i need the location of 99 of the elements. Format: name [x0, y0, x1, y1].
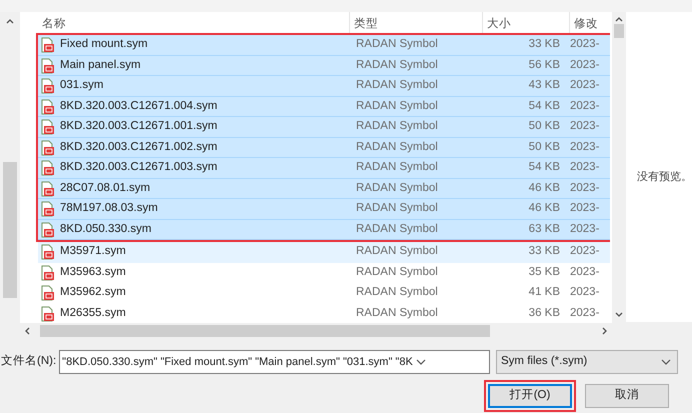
- file-icon: [41, 58, 55, 74]
- scroll-up-icon[interactable]: [615, 16, 623, 22]
- file-size: 50 KB: [528, 119, 560, 134]
- file-name: 8KD.320.003.C12671.001.sym: [60, 119, 218, 134]
- file-type: RADAN Symbol: [355, 306, 439, 321]
- scrollbar-thumb[interactable]: [3, 162, 17, 298]
- file-size: 46 KB: [528, 180, 560, 196]
- scroll-left-icon[interactable]: [24, 326, 30, 334]
- file-name: 28C07.08.01.sym: [60, 180, 152, 196]
- scroll-up-icon[interactable]: [6, 18, 14, 24]
- scroll-right-icon[interactable]: [602, 326, 608, 334]
- file-type: RADAN Symbol: [355, 58, 439, 73]
- file-icon: [41, 37, 55, 53]
- file-size: 33 KB: [528, 37, 560, 52]
- modified-date: 2023-: [569, 98, 600, 114]
- file-icon: [41, 244, 55, 260]
- file-type: RADAN Symbol: [355, 160, 439, 176]
- modified-date: 2023-: [569, 140, 600, 155]
- file-size: 63 KB: [528, 222, 560, 237]
- file-icon: [41, 78, 55, 94]
- file-icon: [41, 264, 55, 280]
- file-type: RADAN Symbol: [355, 244, 439, 260]
- file-name: 8KD.320.003.C12671.002.sym: [60, 140, 218, 155]
- file-row[interactable]: M26355.sym RADAN Symbol 36 KB 2023-: [38, 304, 610, 322]
- file-row[interactable]: M35963.sym RADAN Symbol 35 KB 2023-: [38, 262, 610, 284]
- file-name: M26355.sym: [60, 306, 127, 321]
- file-row[interactable]: M35962.sym RADAN Symbol 41 KB 2023-: [38, 283, 610, 304]
- modified-date: 2023-: [569, 119, 600, 134]
- modified-date: 2023-: [569, 201, 600, 216]
- file-type: RADAN Symbol: [355, 119, 439, 134]
- file-name: 8KD.050.330.sym: [60, 222, 152, 237]
- file-row[interactable]: 8KD.320.003.C12671.002.sym RADAN Symbol 50 KB 2023-: [38, 138, 610, 158]
- modified-date: 2023-: [569, 37, 600, 52]
- file-size: 35 KB: [528, 264, 560, 280]
- file-icon: [41, 160, 55, 176]
- file-name: Main panel.sym: [60, 58, 142, 73]
- file-type: RADAN Symbol: [355, 37, 439, 52]
- file-icon: [41, 180, 55, 196]
- file-type: RADAN Symbol: [355, 98, 439, 114]
- file-type: RADAN Symbol: [355, 222, 439, 237]
- file-size: 46 KB: [528, 201, 560, 216]
- scroll-down-icon[interactable]: [615, 312, 623, 318]
- file-row[interactable]: 8KD.320.003.C12671.001.sym RADAN Symbol 50 KB 2023-: [38, 117, 610, 138]
- file-icon: [41, 222, 55, 238]
- file-type: RADAN Symbol: [355, 180, 439, 196]
- dropdown-caret-icon[interactable]: [416, 359, 426, 365]
- file-row[interactable]: 28C07.08.01.sym RADAN Symbol 46 KB 2023-: [38, 178, 610, 200]
- file-icon: [41, 98, 55, 114]
- file-type: RADAN Symbol: [355, 285, 439, 300]
- modified-date: 2023-: [569, 180, 600, 196]
- modified-date: 2023-: [569, 160, 600, 176]
- dialog-button[interactable]: 打开(O): [488, 384, 572, 408]
- file-size: 33 KB: [528, 244, 560, 260]
- modified-date: 2023-: [569, 306, 600, 321]
- file-row[interactable]: 78M197.08.03.sym RADAN Symbol 46 KB 2023-: [38, 199, 610, 220]
- file-row[interactable]: Fixed mount.sym RADAN Symbol 33 KB 2023-: [38, 35, 610, 56]
- file-name: 031.sym: [60, 78, 104, 94]
- file-name: 78M197.08.03.sym: [60, 201, 159, 216]
- file-row[interactable]: 8KD.320.003.C12671.003.sym RADAN Symbol 54 KB 2023-: [38, 158, 610, 179]
- file-name-label: 文件名(N):: [1, 354, 58, 370]
- modified-date: 2023-: [569, 58, 600, 73]
- file-size: 54 KB: [528, 98, 560, 114]
- file-size: 56 KB: [528, 58, 560, 73]
- file-row[interactable]: 8KD.050.330.sym RADAN Symbol 63 KB 2023-: [38, 220, 610, 240]
- file-name: 8KD.320.003.C12671.004.sym: [60, 98, 218, 114]
- file-type: RADAN Symbol: [355, 201, 439, 216]
- file-row[interactable]: 031.sym RADAN Symbol 43 KB 2023-: [38, 76, 610, 97]
- file-name: M35971.sym: [60, 244, 127, 260]
- dialog-button[interactable]: 取消: [585, 384, 669, 408]
- dropdown-caret-icon[interactable]: [661, 359, 671, 365]
- modified-date: 2023-: [569, 78, 600, 94]
- modified-date: 2023-: [569, 264, 600, 280]
- file-name: Fixed mount.sym: [60, 37, 149, 52]
- scrollbar-thumb[interactable]: [40, 324, 490, 336]
- modified-date: 2023-: [569, 222, 600, 237]
- file-type: RADAN Symbol: [355, 264, 439, 280]
- file-size: 41 KB: [528, 285, 560, 300]
- file-icon: [41, 140, 55, 156]
- file-size: 36 KB: [528, 306, 560, 321]
- file-size: 54 KB: [528, 160, 560, 176]
- scrollbar-thumb[interactable]: [614, 24, 624, 38]
- no-preview-text: 没有预览。: [637, 170, 692, 185]
- file-type: RADAN Symbol: [355, 140, 439, 155]
- file-name: M35962.sym: [60, 285, 127, 300]
- file-icon: [41, 119, 55, 135]
- file-size: 50 KB: [528, 140, 560, 155]
- file-name-field[interactable]: "8KD.050.330.sym" "Fixed mount.sym" "Main panel.sym" "031.sym" "8K: [59, 350, 490, 374]
- modified-date: 2023-: [569, 244, 600, 260]
- file-row[interactable]: Main panel.sym RADAN Symbol 56 KB 2023-: [38, 56, 610, 76]
- file-type-dropdown[interactable]: Sym files (*.sym): [496, 350, 678, 374]
- file-row[interactable]: 8KD.320.003.C12671.004.sym RADAN Symbol 54 KB 2023-: [38, 96, 610, 118]
- file-name: M35963.sym: [60, 264, 127, 280]
- file-type: RADAN Symbol: [355, 78, 439, 94]
- file-size: 43 KB: [528, 78, 560, 94]
- file-name: 8KD.320.003.C12671.003.sym: [60, 160, 218, 176]
- file-icon: [41, 201, 55, 217]
- file-icon: [41, 285, 55, 301]
- file-row[interactable]: M35971.sym RADAN Symbol 33 KB 2023-: [38, 242, 610, 263]
- modified-date: 2023-: [569, 285, 600, 300]
